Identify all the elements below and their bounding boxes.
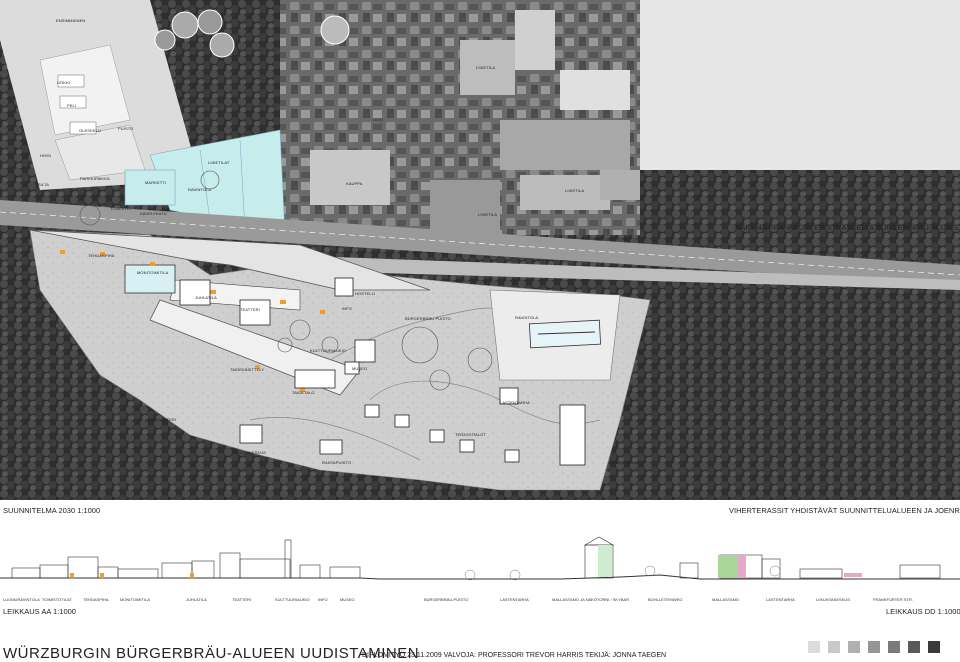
map-label: PUISTO (118, 126, 134, 131)
map-label: LIIKETILA (565, 188, 585, 193)
section-label: LUOMURAVINTOLA (3, 597, 40, 602)
section-label: FRANKFURTER STR. (873, 597, 913, 602)
map-label: INFO (342, 306, 352, 311)
map-label: RAVINTOLA (188, 187, 212, 192)
color-swatch (928, 641, 940, 653)
section-dd-caption: LEIKKAUS DD 1:1000 (886, 607, 960, 616)
map-label: HISSI (40, 153, 51, 158)
map-label: MUSEO (352, 366, 368, 371)
section-label: TEATTERI (232, 597, 252, 602)
site-plan-map (0, 0, 960, 500)
map-label: SILTA (38, 182, 50, 187)
map-label: LIIKETILA (478, 212, 498, 217)
section-aa-caption: LEIKKAUS AA 1:1000 (3, 607, 76, 616)
map-label: TOIMISTOT (110, 206, 133, 211)
section-label: BÜRGERBRÄU-PUISTO (424, 597, 469, 602)
color-swatch (868, 641, 880, 653)
section-label: JUHLATILA (186, 597, 207, 602)
map-label: PARKKIPAIKKA (80, 176, 110, 181)
terrace-caption: VIHERTERASSIT YHDISTÄVÄT SUUNNITTELUALUE… (729, 506, 960, 515)
section-label: TOIMISTOTILAT (42, 597, 72, 602)
map-label: KÄVELYKATU (140, 211, 167, 216)
map-label: MONITOIMITILA (137, 270, 169, 275)
map-label: TEHDASPIHA (88, 253, 115, 258)
map-label: TAIDEKÄSITTELY (230, 367, 265, 372)
section-label: LASTENTARHA (766, 597, 795, 602)
color-swatch (908, 641, 920, 653)
color-swatch (888, 641, 900, 653)
section-label: TEHDASPIHA (83, 597, 109, 602)
map-label: TEATTERI (240, 307, 260, 312)
section-label: KULTTUURIAUKIO (275, 597, 310, 602)
map-label: KAUPPA (346, 181, 363, 186)
page-subtitle: DIPLOMITYÖ 23.11.2009 VALVOJA: PROFESSOR… (362, 652, 667, 659)
section-label: MALLASTAMO (712, 597, 740, 602)
section-drawing (0, 536, 960, 581)
color-swatch (848, 641, 860, 653)
map-label: LIIKETILAT (208, 160, 230, 165)
section-label: INFO (318, 597, 328, 602)
map-label: LUONTOKESKUS (232, 450, 267, 455)
map-label: ASUNTOALUE (610, 460, 639, 465)
map-label: RAVINTOLA (515, 315, 539, 320)
map-label: KULTTUURIAUKIO (310, 348, 346, 353)
map-label: MARKETTI (145, 180, 167, 185)
map-label: UUSI (373, 117, 383, 122)
map-label: LASTENTARHA (500, 400, 530, 405)
map-label: LIIKETILA (476, 65, 496, 70)
view-caption: NÄKYMÄ FRANKFURTER STRASSELTA BÜRGERBRÄU… (735, 223, 960, 232)
section-label: BOHLLEITENWEG (648, 597, 683, 602)
section-label: LIIKUNTAKESKUS (816, 597, 850, 602)
section-label: LASTENTARHA (500, 597, 529, 602)
map-label: BÜRGERBRÄU PUISTO (405, 316, 451, 321)
map-label: OLESKELU (79, 128, 101, 133)
white-margin (640, 0, 960, 170)
map-label: ULKOTEATTERI (145, 417, 177, 422)
plan-caption: SUUNNITELMA 2030 1:1000 (3, 506, 101, 515)
map-label: PELI (67, 103, 77, 108)
map-label: ENSIMMÄINEN (56, 18, 86, 23)
map-label: TERASSITALOT (455, 432, 486, 437)
section-label: MONITOIMITILA (120, 597, 150, 602)
map-label: TAIDETALO (292, 390, 315, 395)
page-title: WÜRZBURGIN BÜRGERBRÄU-ALUEEN UUDISTAMINE… (3, 645, 420, 662)
map-label: JUHLATILA (195, 295, 217, 300)
color-swatch (808, 641, 820, 653)
section-label: MALLASTAMO JA NÄKÖTORNI / SKYBAR (552, 597, 629, 602)
map-label: RANTAPUISTO (322, 460, 352, 465)
color-swatch (828, 641, 840, 653)
map-label: LEIKKI (57, 80, 71, 85)
map-label: HOSTELLI (355, 291, 376, 296)
section-label: MUSEO (340, 597, 355, 602)
